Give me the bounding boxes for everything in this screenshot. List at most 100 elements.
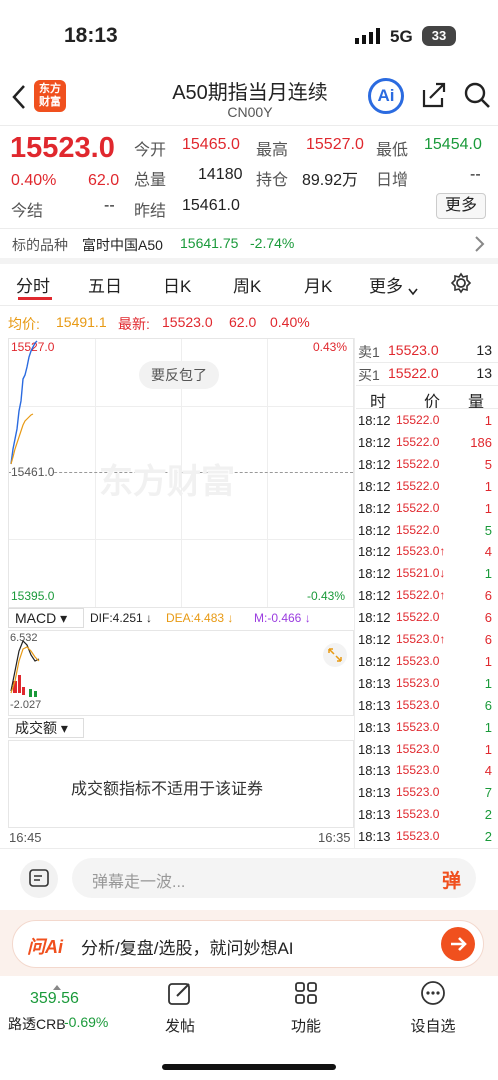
tab-daily-k[interactable]: 日K: [163, 272, 191, 297]
macd-label: MACD: [15, 610, 57, 626]
volume-value: 14180: [198, 166, 243, 183]
trade-qty: 4: [484, 763, 492, 779]
danmu-input[interactable]: 弹幕走一波... 弹: [72, 858, 476, 898]
functions-button[interactable]: 功能: [276, 980, 336, 1036]
trade-row: 18:13 15523.0 1: [356, 739, 498, 761]
trade-qty: 6: [484, 610, 492, 626]
low-label: 最低: [376, 142, 409, 159]
time-end: 16:35: [318, 830, 351, 845]
arrow-right-icon[interactable]: [441, 927, 475, 961]
functions-label: 功能: [290, 1018, 321, 1035]
trade-row: 18:13 15523.0 6: [356, 695, 498, 717]
trade-row: 18:12 15522.0↑ 6: [356, 585, 498, 607]
search-icon[interactable]: [462, 80, 492, 115]
more-button[interactable]: 更多: [436, 193, 486, 219]
status-bar: 18:13 5G 33: [0, 0, 498, 70]
trade-price: 15522.0: [396, 413, 440, 427]
status-time: 18:13: [64, 24, 118, 47]
trade-row: 18:13 15523.0 1: [356, 717, 498, 739]
watchlist-label: 设自选: [410, 1018, 456, 1035]
settle-label: 今结: [11, 203, 44, 220]
ai-assistant-bar[interactable]: 问Ai 分析/复盘/选股，就问妙想AI: [12, 920, 484, 968]
back-icon[interactable]: [8, 82, 30, 117]
trade-qty: 6: [484, 632, 492, 647]
volume-message: 成交额指标不适用于该证券: [71, 781, 264, 798]
home-indicator: [162, 1064, 336, 1070]
trade-time: 18:12: [358, 413, 391, 428]
index-pct: -0.69%: [64, 1014, 109, 1030]
trade-qty: 5: [484, 522, 492, 538]
trade-qty: 186: [470, 434, 492, 450]
trade-price: 15522.0: [396, 434, 440, 449]
trade-qty: 1: [484, 653, 492, 669]
daily-label: 日增: [376, 172, 409, 189]
trade-time: 18:12: [358, 610, 391, 626]
underlying-value: 15641.75: [180, 235, 239, 251]
buy-price: 15522.0: [388, 365, 439, 381]
high-value: 15527.0: [306, 136, 364, 153]
trade-price: 15522.0: [396, 610, 440, 625]
open-label: 今开: [134, 142, 167, 159]
trade-qty: 4: [484, 544, 492, 560]
trade-qty: 1: [484, 478, 492, 494]
sell-price: 15523.0: [388, 342, 439, 358]
volume-label: 总量: [134, 172, 167, 189]
trade-row: 18:13 15523.0 1: [356, 673, 498, 695]
grid-icon: [295, 982, 317, 1004]
caret-down-icon: [408, 283, 418, 301]
macd-selector[interactable]: MACD ▾: [8, 608, 84, 628]
trades-header: 时 价 量: [356, 386, 498, 411]
last-chg: 62.0: [229, 314, 257, 330]
expand-icon[interactable]: [323, 643, 347, 667]
app-logo: 东方 财富: [34, 80, 66, 112]
trade-time: 18:12: [358, 653, 391, 669]
header: 东方 财富 A50期指当月连续 CN00Y Ai: [0, 70, 498, 126]
post-button[interactable]: 发帖: [150, 980, 210, 1036]
volume-label: 成交额: [15, 720, 57, 736]
underlying-label: 标的品种: [12, 237, 68, 253]
trade-qty: 1: [484, 741, 492, 757]
trade-qty: 2: [484, 829, 492, 845]
share-icon[interactable]: [420, 80, 448, 115]
oi-value: 89.92万: [302, 172, 359, 189]
volume-chart: 成交额指标不适用于该证券: [8, 740, 354, 828]
trade-price: 15523.0: [396, 675, 440, 690]
underlying-row[interactable]: 标的品种 富时中国A50 15641.75 -2.74%: [0, 229, 498, 259]
volume-selector[interactable]: 成交额 ▾: [8, 718, 84, 738]
chevron-right-icon: [474, 235, 486, 258]
trade-time: 18:13: [358, 807, 391, 823]
logo-line1: 东方: [39, 83, 61, 95]
watchlist-button[interactable]: 设自选: [398, 980, 468, 1036]
gear-icon[interactable]: [450, 272, 472, 299]
trade-price: 15522.0: [396, 456, 440, 471]
tab-active-underline: [18, 297, 52, 300]
trade-row: 18:12 15522.0 1: [356, 498, 498, 520]
trade-qty: 7: [484, 785, 492, 801]
tab-five-day[interactable]: 五日: [88, 272, 122, 297]
danmu-send-icon[interactable]: 弹: [442, 866, 461, 893]
trade-time: 18:13: [358, 829, 391, 845]
tab-more[interactable]: 更多: [369, 272, 403, 297]
trade-row: 18:12 15522.0 186: [356, 432, 498, 454]
trade-qty: 1: [484, 675, 492, 691]
page-title: A50期指当月连续: [172, 82, 328, 104]
volume-header: 成交额 ▾: [8, 718, 354, 740]
macd-chart: 6.532 -2.027: [8, 630, 354, 716]
trade-row: 18:13 15523.0 4: [356, 760, 498, 782]
trade-price: 15523.0: [396, 741, 440, 756]
tab-weekly-k[interactable]: 周K: [233, 272, 261, 297]
tab-intraday[interactable]: 分时: [16, 272, 50, 297]
index-ticker[interactable]: 359.56 路透CRB -0.69%: [0, 976, 116, 1036]
trade-price: 15523.0: [396, 653, 440, 668]
ai-prompt: 分析/复盘/选股，就问妙想AI: [81, 939, 294, 958]
trade-row: 18:12 15522.0 1: [356, 476, 498, 498]
tab-monthly-k[interactable]: 月K: [304, 272, 332, 297]
ai-brand: 问Ai: [27, 937, 63, 957]
ai-button[interactable]: Ai: [368, 78, 404, 114]
underlying-name: 富时中国A50: [82, 237, 163, 253]
last-value: 15523.0: [162, 314, 213, 330]
trade-price: 15523.0: [396, 807, 440, 822]
trade-time: 18:12: [358, 588, 391, 604]
danmu-toggle-icon[interactable]: [20, 860, 58, 898]
intraday-chart[interactable]: 东方财富 15527.0 0.43% 15461.0 15395.0 -0.43…: [8, 338, 354, 608]
